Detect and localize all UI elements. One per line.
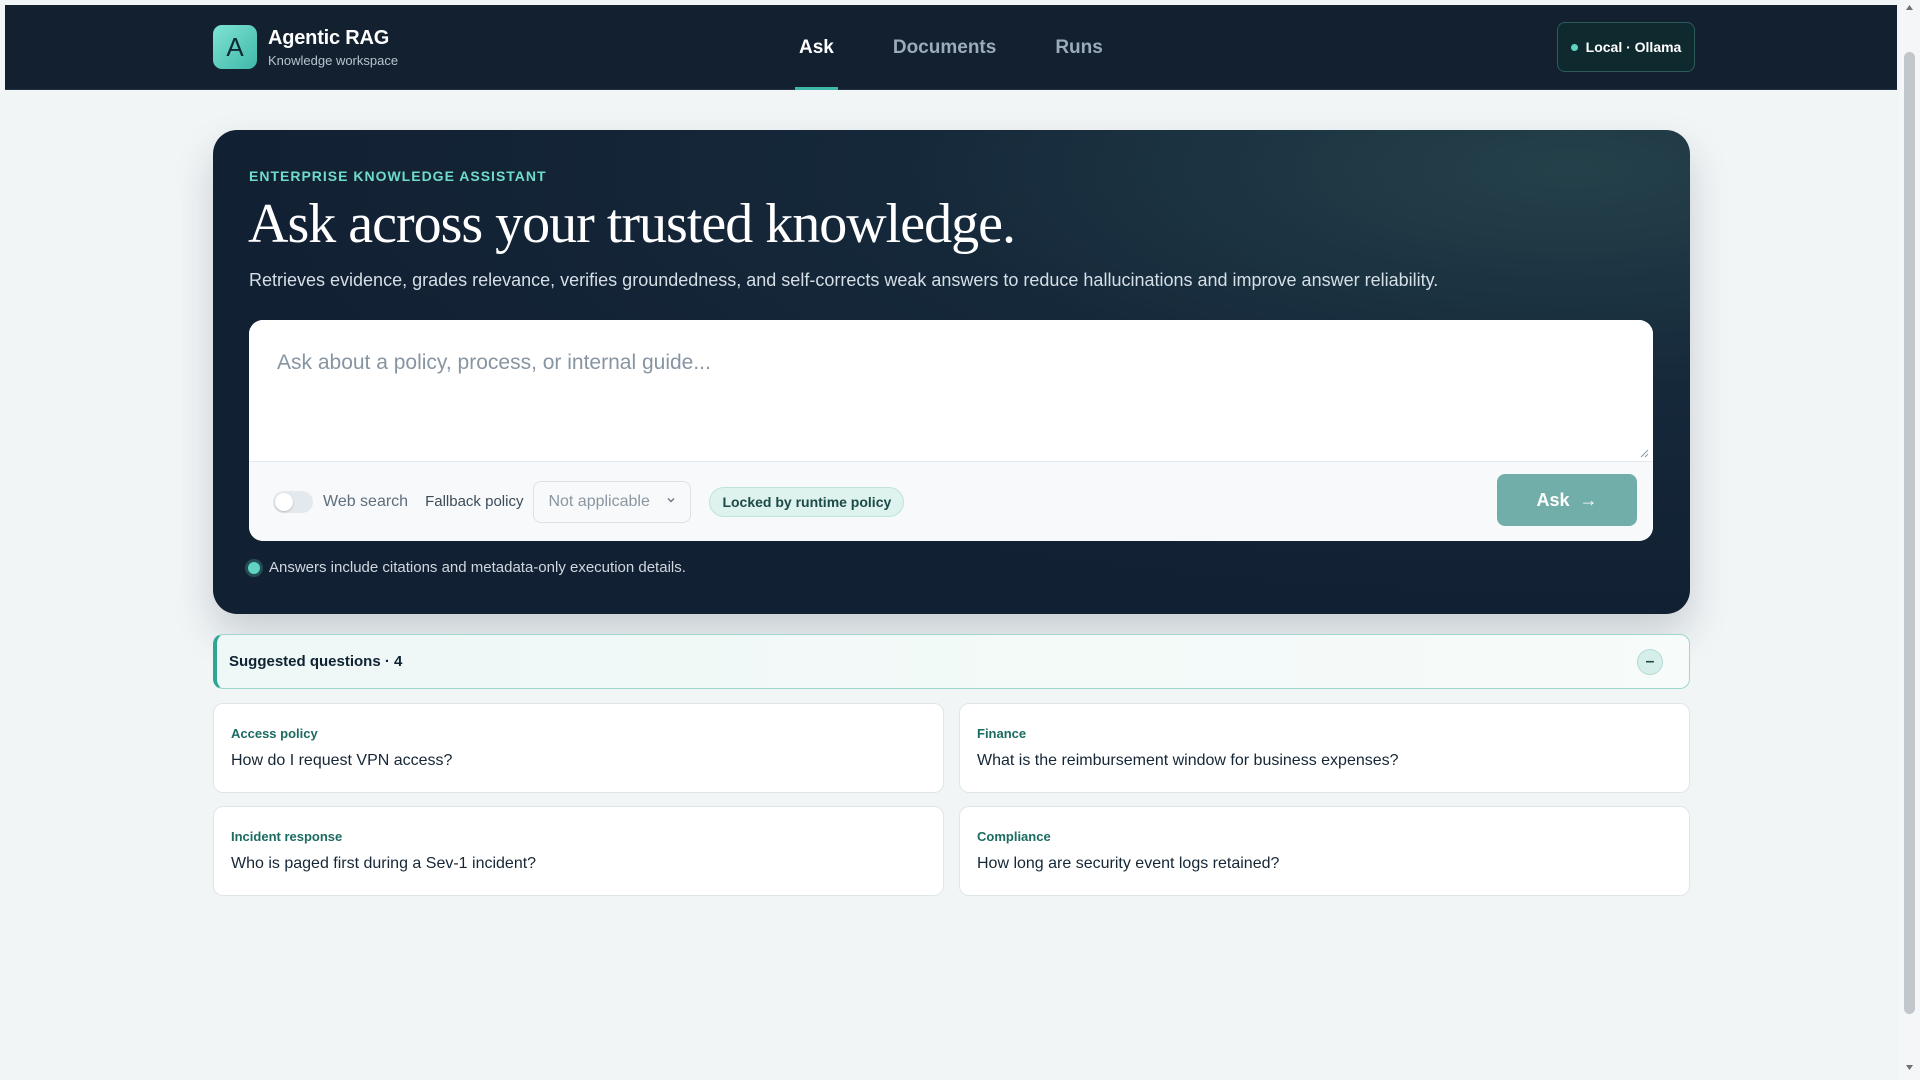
composer-toolbar: Web search Fallback policy Not applicabl… bbox=[249, 461, 1653, 541]
fallback-policy-select[interactable]: Not applicable bbox=[533, 480, 692, 523]
question-text: Who is paged first during a Sev-1 incide… bbox=[231, 855, 537, 872]
chevron-down-icon bbox=[667, 497, 675, 503]
tab-documents[interactable]: Documents bbox=[889, 5, 1000, 90]
scroll-down-arrow-icon[interactable] bbox=[1904, 1062, 1915, 1073]
arrow-right-icon: → bbox=[1579, 489, 1598, 510]
web-search-toggle[interactable] bbox=[273, 490, 313, 513]
ask-hero-panel: ENTERPRISE KNOWLEDGE ASSISTANT Ask acros… bbox=[213, 130, 1690, 614]
question-input[interactable] bbox=[249, 320, 1653, 461]
citations-note-text: Answers include citations and metadata-o… bbox=[269, 559, 686, 576]
top-navigation-bar: A Agentic RAG Knowledge workspace Ask Do… bbox=[5, 5, 1897, 90]
brand[interactable]: A Agentic RAG Knowledge workspace bbox=[213, 25, 398, 69]
ask-button[interactable]: Ask → bbox=[1497, 474, 1637, 526]
brand-text: Agentic RAG Knowledge workspace bbox=[268, 27, 398, 68]
question-category: Finance bbox=[977, 726, 1027, 741]
app-subtitle: Knowledge workspace bbox=[268, 52, 399, 68]
suggested-question-card[interactable]: Finance What is the reimbursement window… bbox=[959, 703, 1690, 793]
question-text: How do I request VPN access? bbox=[231, 752, 453, 769]
question-category: Compliance bbox=[977, 829, 1051, 844]
question-category: Access policy bbox=[231, 726, 318, 741]
suggested-questions-title: Suggested questions · 4 bbox=[229, 653, 403, 670]
main-nav: Ask Documents Runs bbox=[795, 5, 1158, 90]
collapse-button[interactable]: – bbox=[1637, 649, 1663, 675]
ask-button-label: Ask bbox=[1536, 489, 1570, 510]
question-text: How long are security event logs retaine… bbox=[977, 855, 1280, 872]
tab-runs[interactable]: Runs bbox=[1051, 5, 1107, 90]
suggested-question-card[interactable]: Compliance How long are security event l… bbox=[959, 806, 1690, 896]
toggle-knob bbox=[275, 492, 293, 511]
suggested-questions-header[interactable]: Suggested questions · 4 – bbox=[213, 634, 1690, 689]
app-name: Agentic RAG bbox=[268, 26, 390, 49]
page-scrollbar[interactable] bbox=[1899, 0, 1920, 1080]
suggested-question-card[interactable]: Access policy How do I request VPN acces… bbox=[213, 703, 944, 793]
page-title: Ask across your trusted knowledge. bbox=[248, 193, 1016, 255]
resize-grip-icon[interactable] bbox=[1639, 448, 1649, 458]
hero-description: Retrieves evidence, grades relevance, ve… bbox=[249, 270, 1439, 290]
suggested-question-card[interactable]: Incident response Who is paged first dur… bbox=[213, 806, 944, 896]
environment-badge[interactable]: Local · Ollama bbox=[1557, 22, 1695, 72]
scroll-up-arrow-icon[interactable] bbox=[1904, 2, 1915, 13]
web-search-label: Web search bbox=[323, 492, 409, 510]
question-composer: Web search Fallback policy Not applicabl… bbox=[249, 320, 1653, 541]
hero-eyebrow: ENTERPRISE KNOWLEDGE ASSISTANT bbox=[249, 168, 547, 184]
tab-ask[interactable]: Ask bbox=[795, 5, 838, 90]
fallback-selected-value: Not applicable bbox=[548, 492, 650, 510]
scrollbar-thumb[interactable] bbox=[1904, 52, 1915, 1014]
status-dot-icon bbox=[1570, 43, 1578, 51]
question-text: What is the reimbursement window for bus… bbox=[977, 752, 1399, 769]
info-dot-icon bbox=[248, 561, 260, 574]
runtime-policy-badge: Locked by runtime policy bbox=[709, 486, 905, 517]
environment-label: Local · Ollama bbox=[1585, 39, 1682, 55]
citations-note: Answers include citations and metadata-o… bbox=[248, 559, 686, 576]
brand-logo-icon: A bbox=[213, 25, 257, 69]
question-category: Incident response bbox=[231, 829, 343, 844]
fallback-policy-label: Fallback policy bbox=[425, 493, 524, 510]
